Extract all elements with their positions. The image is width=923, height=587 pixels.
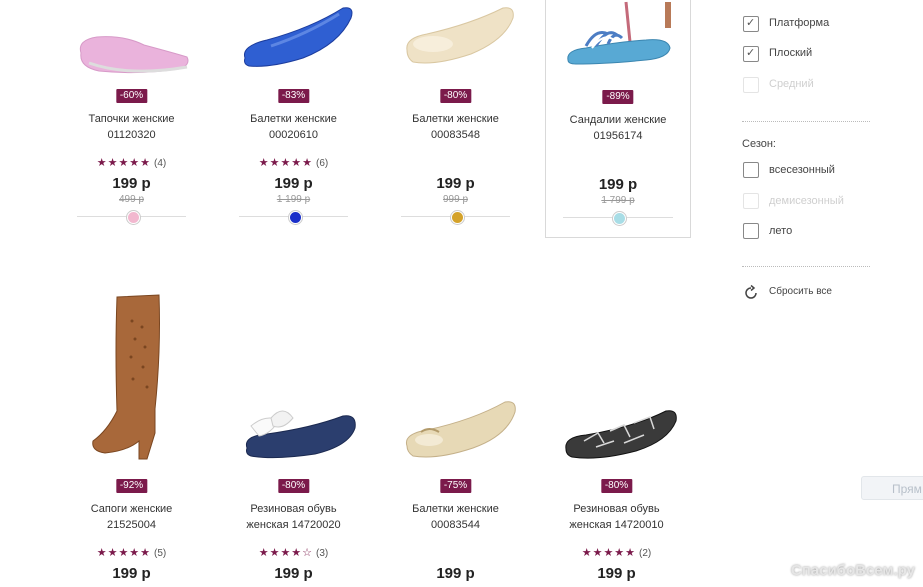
old-price: 1 799 р [601, 195, 635, 206]
discount-badge: -80% [439, 89, 472, 103]
filter-checkbox-platform[interactable] [743, 16, 759, 32]
product-code[interactable]: женская 14720020 [222, 517, 365, 533]
product-name[interactable]: Балетки женские [384, 111, 527, 127]
reset-icon [745, 284, 757, 299]
color-swatch[interactable] [450, 211, 464, 224]
rating-stars: ★★★★★ (2) [581, 547, 652, 559]
product-price: 199 р [436, 175, 475, 192]
product-price: 199 р [598, 176, 638, 193]
filter-label: Средний [769, 78, 814, 90]
filter-divider [742, 266, 870, 267]
product-code[interactable]: 00083548 [384, 127, 527, 143]
product-name[interactable]: Резиновая обувь [222, 501, 365, 517]
product-image[interactable] [222, 390, 365, 460]
color-swatch[interactable] [613, 212, 626, 225]
product-card[interactable]: -92% Сапоги женские 21525004 ★★★★★ (5) 19… [60, 290, 203, 587]
reset-label: Сбросить все [769, 286, 832, 297]
rating-stars: ★★★★★ (5) [96, 547, 167, 559]
product-image[interactable] [60, 290, 203, 462]
filter-label[interactable]: Платформа [769, 17, 829, 29]
filter-label[interactable]: лето [769, 225, 792, 237]
product-price: 199 р [274, 565, 313, 582]
filter-label: демисезонный [769, 195, 844, 207]
product-code[interactable]: 00020610 [222, 127, 365, 143]
filter-checkbox-all-season[interactable] [743, 162, 759, 178]
product-card[interactable]: -75% Балетки женские 00083544 199 р [384, 290, 527, 587]
product-price: 199 р [436, 565, 475, 582]
product-image[interactable] [60, 10, 203, 80]
color-swatches [77, 211, 186, 224]
product-card[interactable]: -80% Резиновая обувь женская 14720010 ★★… [545, 290, 688, 587]
color-swatches [401, 211, 510, 224]
discount-badge: -75% [439, 479, 472, 493]
filter-divider [742, 121, 870, 122]
product-card[interactable]: -80% Резиновая обувь женская 14720020 ★★… [222, 290, 365, 587]
filter-checkbox-medium [743, 77, 759, 93]
watermark: СпасибоВсем.ру [790, 562, 915, 579]
product-code[interactable]: 01120320 [60, 127, 203, 143]
discount-badge: -80% [277, 479, 310, 493]
color-swatches [563, 212, 673, 225]
product-name[interactable]: Тапочки женские [60, 111, 203, 127]
product-name[interactable]: Балетки женские [384, 501, 527, 517]
season-filter-title: Сезон: [742, 138, 776, 150]
product-name[interactable]: Сапоги женские [60, 501, 203, 517]
product-image[interactable] [384, 390, 527, 460]
old-price: 999 р [442, 194, 469, 205]
discount-badge: -60% [115, 89, 148, 103]
color-swatch[interactable] [288, 211, 302, 224]
color-swatch[interactable] [126, 211, 140, 224]
filter-checkbox-flat[interactable] [743, 46, 759, 62]
product-price: 199 р [274, 175, 313, 192]
rating-stars: ★★★★★ (6) [258, 157, 329, 169]
product-code[interactable]: 21525004 [60, 517, 203, 533]
old-price: 499 р [118, 194, 145, 205]
discount-badge: -89% [602, 90, 634, 104]
old-price: 1 199 р [276, 194, 311, 205]
product-code[interactable]: 00083544 [384, 517, 527, 533]
product-name[interactable]: Балетки женские [222, 111, 365, 127]
product-image[interactable] [546, 0, 690, 69]
product-card[interactable]: -80% Балетки женские 00083548 199 р 999 … [384, 0, 527, 235]
filter-label[interactable]: Плоский [769, 47, 812, 59]
product-code[interactable]: женская 14720010 [545, 517, 688, 533]
product-image[interactable] [545, 394, 688, 464]
side-floating-button[interactable]: Прям [861, 476, 923, 500]
product-card[interactable]: -60% Тапочки женские 01120320 ★★★★★ (4) 1… [60, 0, 203, 235]
color-swatches [239, 211, 348, 224]
discount-badge: -80% [600, 479, 633, 493]
product-name[interactable]: Сандалии женские [546, 112, 690, 128]
product-price: 199 р [112, 175, 151, 192]
product-name[interactable]: Резиновая обувь [545, 501, 688, 517]
product-image[interactable] [384, 0, 527, 70]
filter-checkbox-demi-season [743, 193, 759, 209]
product-code[interactable]: 01956174 [546, 128, 690, 144]
product-price: 199 р [597, 565, 636, 582]
rating-stars: ★★★★★ (4) [96, 157, 167, 169]
discount-badge: -83% [277, 89, 310, 103]
filter-checkbox-summer[interactable] [743, 223, 759, 239]
product-card[interactable]: -89% Сандалии женские 01956174 199 р 1 7… [545, 0, 691, 238]
product-image[interactable] [222, 0, 365, 70]
discount-badge: -92% [115, 479, 148, 493]
filter-label[interactable]: всесезонный [769, 164, 835, 176]
product-card[interactable]: -83% Балетки женские 00020610 ★★★★★ (6) 1… [222, 0, 365, 235]
product-price: 199 р [112, 565, 151, 582]
rating-stars: ★★★★☆ (3) [258, 547, 329, 559]
